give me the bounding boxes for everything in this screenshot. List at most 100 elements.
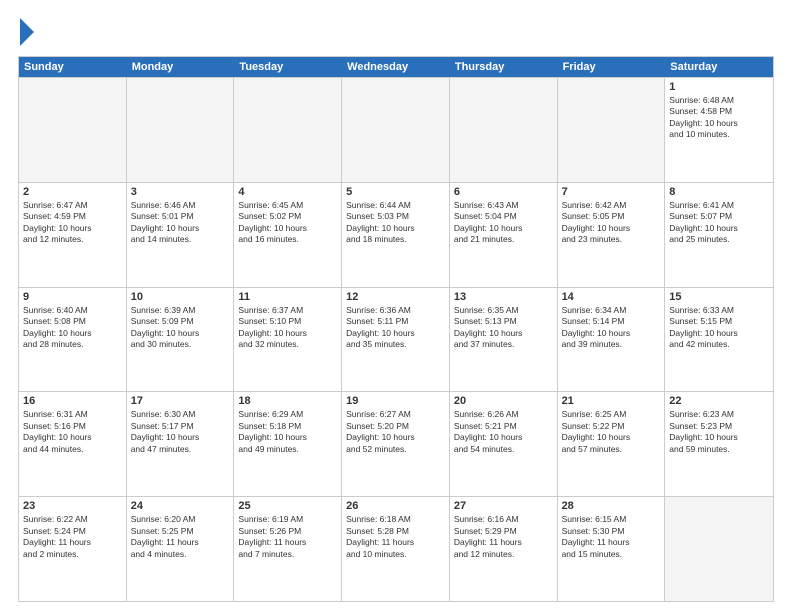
day-number: 17 <box>131 395 230 407</box>
calendar-cell: 20 Sunrise: 6:26 AM Sunset: 5:21 PM Dayli… <box>450 392 558 496</box>
day-number: 22 <box>669 395 769 407</box>
day-number: 12 <box>346 291 445 303</box>
day-number: 7 <box>562 186 661 198</box>
day-info: Sunrise: 6:45 AM Sunset: 5:02 PM Dayligh… <box>238 200 337 246</box>
day-number: 6 <box>454 186 553 198</box>
day-info: Sunrise: 6:19 AM Sunset: 5:26 PM Dayligh… <box>238 514 337 560</box>
calendar-cell: 18 Sunrise: 6:29 AM Sunset: 5:18 PM Dayli… <box>234 392 342 496</box>
day-number: 14 <box>562 291 661 303</box>
day-number: 21 <box>562 395 661 407</box>
calendar-cell: 12 Sunrise: 6:36 AM Sunset: 5:11 PM Dayli… <box>342 288 450 392</box>
day-info: Sunrise: 6:35 AM Sunset: 5:13 PM Dayligh… <box>454 305 553 351</box>
calendar-cell <box>558 78 666 182</box>
weekday-header: Tuesday <box>234 57 342 77</box>
day-info: Sunrise: 6:46 AM Sunset: 5:01 PM Dayligh… <box>131 200 230 246</box>
calendar-body: 1 Sunrise: 6:48 AM Sunset: 4:58 PM Daylig… <box>19 77 773 601</box>
day-info: Sunrise: 6:30 AM Sunset: 5:17 PM Dayligh… <box>131 409 230 455</box>
calendar-cell: 8 Sunrise: 6:41 AM Sunset: 5:07 PM Daylig… <box>665 183 773 287</box>
calendar-cell: 1 Sunrise: 6:48 AM Sunset: 4:58 PM Daylig… <box>665 78 773 182</box>
calendar-cell <box>19 78 127 182</box>
day-info: Sunrise: 6:18 AM Sunset: 5:28 PM Dayligh… <box>346 514 445 560</box>
calendar-cell: 22Sunrise: 6:23 AM Sunset: 5:23 PM Dayli… <box>665 392 773 496</box>
weekday-header: Thursday <box>450 57 558 77</box>
day-number: 2 <box>23 186 122 198</box>
day-number: 24 <box>131 500 230 512</box>
day-info: Sunrise: 6:31 AM Sunset: 5:16 PM Dayligh… <box>23 409 122 455</box>
day-number: 9 <box>23 291 122 303</box>
day-info: Sunrise: 6:26 AM Sunset: 5:21 PM Dayligh… <box>454 409 553 455</box>
day-number: 13 <box>454 291 553 303</box>
calendar-row: 9 Sunrise: 6:40 AM Sunset: 5:08 PM Daylig… <box>19 287 773 392</box>
day-info: Sunrise: 6:22 AM Sunset: 5:24 PM Dayligh… <box>23 514 122 560</box>
day-info: Sunrise: 6:29 AM Sunset: 5:18 PM Dayligh… <box>238 409 337 455</box>
day-number: 27 <box>454 500 553 512</box>
day-number: 28 <box>562 500 661 512</box>
day-number: 15 <box>669 291 769 303</box>
calendar-cell: 27 Sunrise: 6:16 AM Sunset: 5:29 PM Dayli… <box>450 497 558 601</box>
day-info: Sunrise: 6:15 AM Sunset: 5:30 PM Dayligh… <box>562 514 661 560</box>
calendar-cell: 21 Sunrise: 6:25 AM Sunset: 5:22 PM Dayli… <box>558 392 666 496</box>
day-number: 5 <box>346 186 445 198</box>
day-info: Sunrise: 6:40 AM Sunset: 5:08 PM Dayligh… <box>23 305 122 351</box>
calendar-row: 23 Sunrise: 6:22 AM Sunset: 5:24 PM Dayli… <box>19 496 773 601</box>
day-number: 8 <box>669 186 769 198</box>
calendar-cell: 14 Sunrise: 6:34 AM Sunset: 5:14 PM Dayli… <box>558 288 666 392</box>
calendar-cell: 25Sunrise: 6:19 AM Sunset: 5:26 PM Dayli… <box>234 497 342 601</box>
calendar-cell: 11 Sunrise: 6:37 AM Sunset: 5:10 PM Dayli… <box>234 288 342 392</box>
day-number: 19 <box>346 395 445 407</box>
day-number: 18 <box>238 395 337 407</box>
day-info: Sunrise: 6:48 AM Sunset: 4:58 PM Dayligh… <box>669 95 769 141</box>
day-info: Sunrise: 6:47 AM Sunset: 4:59 PM Dayligh… <box>23 200 122 246</box>
logo-icon <box>20 18 34 46</box>
calendar-cell: 4 Sunrise: 6:45 AM Sunset: 5:02 PM Daylig… <box>234 183 342 287</box>
day-info: Sunrise: 6:36 AM Sunset: 5:11 PM Dayligh… <box>346 305 445 351</box>
calendar-cell: 26 Sunrise: 6:18 AM Sunset: 5:28 PM Dayli… <box>342 497 450 601</box>
day-number: 20 <box>454 395 553 407</box>
day-info: Sunrise: 6:37 AM Sunset: 5:10 PM Dayligh… <box>238 305 337 351</box>
day-info: Sunrise: 6:33 AM Sunset: 5:15 PM Dayligh… <box>669 305 769 351</box>
weekday-header: Saturday <box>665 57 773 77</box>
page: SundayMondayTuesdayWednesdayThursdayFrid… <box>0 0 792 612</box>
header <box>18 18 774 46</box>
calendar-cell <box>127 78 235 182</box>
day-number: 23 <box>23 500 122 512</box>
day-number: 10 <box>131 291 230 303</box>
calendar-cell: 17 Sunrise: 6:30 AM Sunset: 5:17 PM Dayli… <box>127 392 235 496</box>
calendar-cell: 16 Sunrise: 6:31 AM Sunset: 5:16 PM Dayli… <box>19 392 127 496</box>
calendar-cell <box>665 497 773 601</box>
day-number: 11 <box>238 291 337 303</box>
day-info: Sunrise: 6:20 AM Sunset: 5:25 PM Dayligh… <box>131 514 230 560</box>
day-number: 1 <box>669 81 769 93</box>
day-info: Sunrise: 6:25 AM Sunset: 5:22 PM Dayligh… <box>562 409 661 455</box>
weekday-header: Wednesday <box>342 57 450 77</box>
calendar-row: 16 Sunrise: 6:31 AM Sunset: 5:16 PM Dayli… <box>19 391 773 496</box>
calendar-cell <box>450 78 558 182</box>
day-number: 26 <box>346 500 445 512</box>
day-info: Sunrise: 6:16 AM Sunset: 5:29 PM Dayligh… <box>454 514 553 560</box>
day-info: Sunrise: 6:43 AM Sunset: 5:04 PM Dayligh… <box>454 200 553 246</box>
calendar: SundayMondayTuesdayWednesdayThursdayFrid… <box>18 56 774 602</box>
calendar-header: SundayMondayTuesdayWednesdayThursdayFrid… <box>19 57 773 77</box>
calendar-cell: 5 Sunrise: 6:44 AM Sunset: 5:03 PM Daylig… <box>342 183 450 287</box>
day-info: Sunrise: 6:41 AM Sunset: 5:07 PM Dayligh… <box>669 200 769 246</box>
calendar-cell <box>234 78 342 182</box>
weekday-header: Monday <box>127 57 235 77</box>
calendar-cell: 10 Sunrise: 6:39 AM Sunset: 5:09 PM Dayli… <box>127 288 235 392</box>
calendar-row: 2 Sunrise: 6:47 AM Sunset: 4:59 PM Daylig… <box>19 182 773 287</box>
calendar-cell: 9 Sunrise: 6:40 AM Sunset: 5:08 PM Daylig… <box>19 288 127 392</box>
day-info: Sunrise: 6:34 AM Sunset: 5:14 PM Dayligh… <box>562 305 661 351</box>
calendar-cell: 23 Sunrise: 6:22 AM Sunset: 5:24 PM Dayli… <box>19 497 127 601</box>
day-info: Sunrise: 6:44 AM Sunset: 5:03 PM Dayligh… <box>346 200 445 246</box>
weekday-header: Sunday <box>19 57 127 77</box>
calendar-cell: 24 Sunrise: 6:20 AM Sunset: 5:25 PM Dayli… <box>127 497 235 601</box>
calendar-cell: 13 Sunrise: 6:35 AM Sunset: 5:13 PM Dayli… <box>450 288 558 392</box>
day-number: 4 <box>238 186 337 198</box>
day-number: 3 <box>131 186 230 198</box>
calendar-cell: 7 Sunrise: 6:42 AM Sunset: 5:05 PM Daylig… <box>558 183 666 287</box>
day-info: Sunrise: 6:27 AM Sunset: 5:20 PM Dayligh… <box>346 409 445 455</box>
day-info: Sunrise: 6:42 AM Sunset: 5:05 PM Dayligh… <box>562 200 661 246</box>
calendar-cell: 19 Sunrise: 6:27 AM Sunset: 5:20 PM Dayli… <box>342 392 450 496</box>
day-info: Sunrise: 6:39 AM Sunset: 5:09 PM Dayligh… <box>131 305 230 351</box>
day-number: 16 <box>23 395 122 407</box>
calendar-row: 1 Sunrise: 6:48 AM Sunset: 4:58 PM Daylig… <box>19 77 773 182</box>
